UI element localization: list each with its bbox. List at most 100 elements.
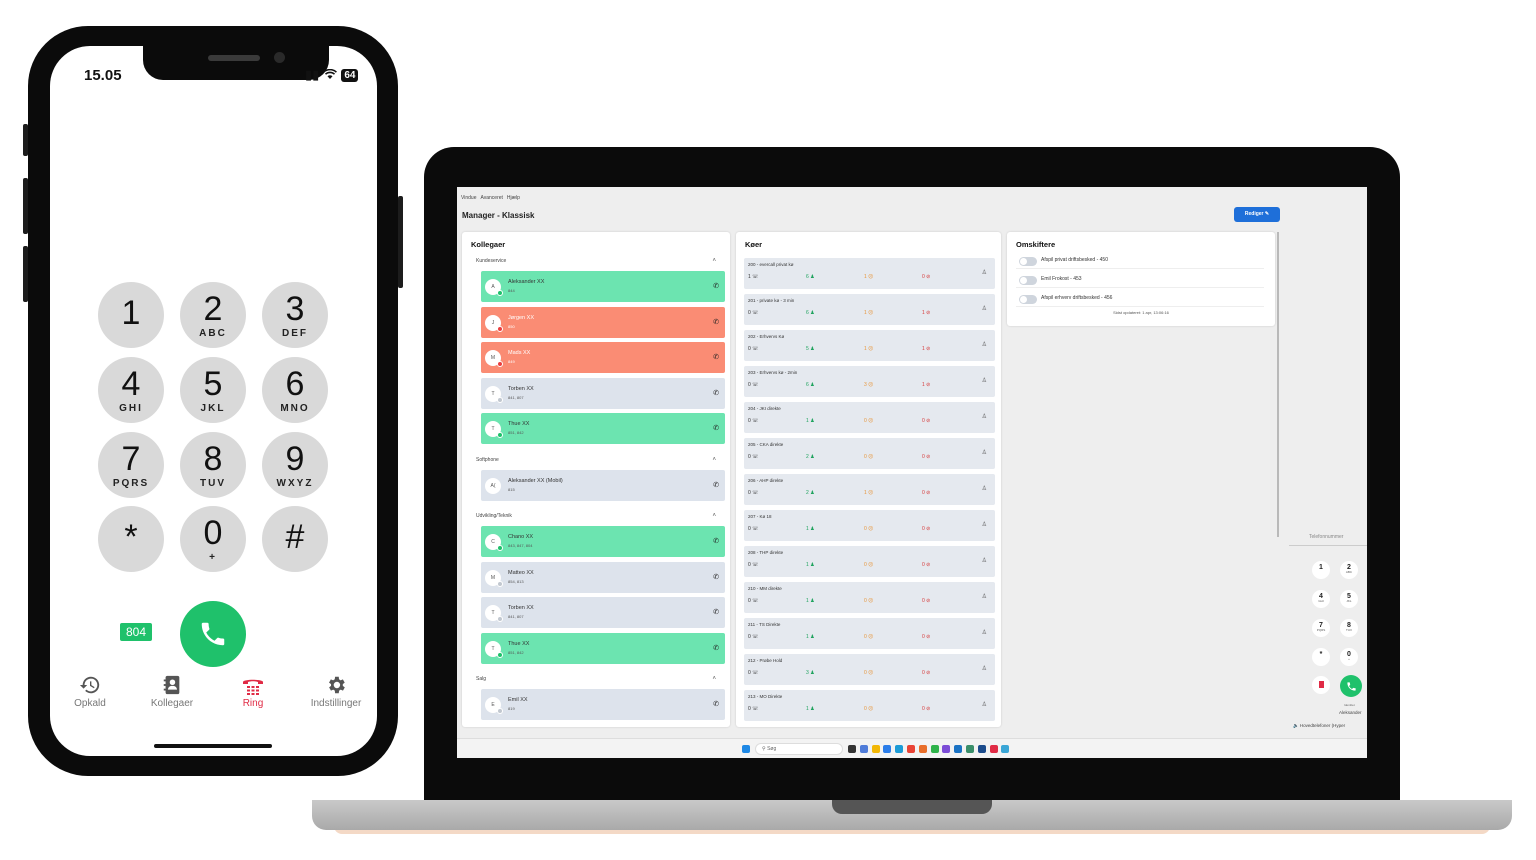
call-button[interactable] bbox=[180, 601, 246, 667]
taskbar-app-icon[interactable] bbox=[918, 745, 927, 753]
taskbar-search[interactable]: ⚲ Søg bbox=[755, 743, 843, 755]
queue-row[interactable]: 202 - Erhvervs Kø 0 ☏ 5 ♟ 1 ☹ 1 ⊘ ♙ bbox=[744, 330, 995, 361]
queue-row[interactable]: 205 - CKA direkte 0 ☏ 2 ♟ 0 ☹ 0 ⊘ ♙ bbox=[744, 438, 995, 469]
queue-row[interactable]: 208 - THP direkte 0 ☏ 1 ♟ 0 ☹ 0 ⊘ ♙ bbox=[744, 546, 995, 577]
taskbar-app-icon[interactable] bbox=[966, 745, 974, 753]
key-6[interactable]: 6 MNO bbox=[262, 357, 328, 423]
phone-icon[interactable]: ✆ bbox=[713, 424, 719, 432]
side-key-5[interactable]: 5 JKL bbox=[1340, 590, 1358, 608]
colleague-row[interactable]: E Emil XX 819 ✆ bbox=[481, 689, 725, 720]
queue-row[interactable]: 211 - TS Direkte 0 ☏ 1 ♟ 0 ☹ 0 ⊘ ♙ bbox=[744, 618, 995, 649]
key-9[interactable]: 9 WXYZ bbox=[262, 432, 328, 498]
person-icon[interactable]: ♙ bbox=[982, 701, 987, 708]
person-icon[interactable]: ♙ bbox=[982, 485, 987, 492]
side-key-2[interactable]: 2 ABC bbox=[1340, 561, 1358, 579]
tab-ring[interactable]: Ring bbox=[218, 674, 288, 709]
phone-icon[interactable]: ✆ bbox=[713, 318, 719, 326]
hangup-button[interactable] bbox=[1312, 676, 1330, 694]
phone-icon[interactable]: ✆ bbox=[713, 481, 719, 489]
taskbar-app-icon[interactable] bbox=[883, 745, 892, 753]
taskbar-app-icon[interactable] bbox=[895, 745, 904, 753]
phone-number-input[interactable]: Telefonnummer bbox=[1289, 534, 1367, 546]
queue-row[interactable]: 203 - Erhvervs kø - 2min 0 ☏ 6 ♟ 3 ☹ 1 ⊘ ♙ bbox=[744, 366, 995, 397]
colleague-row[interactable]: C Chano XX 843, 847, 804 ✆ bbox=[481, 526, 725, 557]
colleague-row[interactable]: M Matteo XX 854, 813 ✆ bbox=[481, 561, 725, 593]
menu-avanceret[interactable]: Avanceret bbox=[480, 195, 502, 203]
key-0[interactable]: 0 + bbox=[180, 506, 246, 572]
taskbar-app-icon[interactable] bbox=[954, 745, 963, 753]
person-icon[interactable]: ♙ bbox=[982, 521, 987, 528]
toggle-switch[interactable] bbox=[1019, 257, 1037, 266]
colleague-row[interactable]: J Jørgen XX 850 ✆ bbox=[481, 306, 725, 338]
person-icon[interactable]: ♙ bbox=[982, 557, 987, 564]
tab-kollegaer[interactable]: Kollegaer bbox=[137, 674, 207, 709]
tab-opkald[interactable]: Opkald bbox=[55, 674, 125, 709]
person-icon[interactable]: ♙ bbox=[982, 413, 987, 420]
edit-button[interactable]: Rediger ✎ bbox=[1234, 207, 1280, 222]
phone-icon[interactable]: ✆ bbox=[713, 537, 719, 545]
toggle-switch[interactable] bbox=[1019, 295, 1037, 304]
phone-icon[interactable]: ✆ bbox=[713, 700, 719, 708]
group-header[interactable]: Softphone ˄ bbox=[476, 457, 722, 467]
scrollbar[interactable] bbox=[1277, 232, 1279, 537]
person-icon[interactable]: ♙ bbox=[982, 305, 987, 312]
taskbar-app-icon[interactable] bbox=[1001, 745, 1010, 753]
group-header[interactable]: Salg ˄ bbox=[476, 676, 722, 686]
colleague-row[interactable]: T Thue XX 851, 842 ✆ bbox=[481, 632, 725, 664]
key-4[interactable]: 4 GHI bbox=[98, 357, 164, 423]
person-icon[interactable]: ♙ bbox=[982, 377, 987, 384]
group-header[interactable]: Kundeservice ˄ bbox=[476, 258, 722, 268]
audio-device[interactable]: 🔈 Hovedtelefoner (Hyper bbox=[1293, 723, 1345, 729]
colleague-row[interactable]: A Aleksander XX 844 ✆ bbox=[481, 271, 725, 302]
phone-icon[interactable]: ✆ bbox=[713, 353, 719, 361]
menu-vindue[interactable]: Vindue bbox=[461, 195, 476, 203]
side-key-0[interactable]: 0 + bbox=[1340, 648, 1358, 666]
key-star[interactable]: * bbox=[98, 506, 164, 572]
group-header[interactable]: Udvikling/Teknik ˄ bbox=[476, 513, 722, 523]
taskbar-app-icon[interactable] bbox=[942, 745, 951, 753]
extension-badge[interactable]: 804 bbox=[120, 623, 152, 641]
side-key-7[interactable]: 7 PQRS bbox=[1312, 619, 1330, 637]
person-icon[interactable]: ♙ bbox=[982, 341, 987, 348]
taskbar-app-icon[interactable] bbox=[859, 745, 868, 753]
key-3[interactable]: 3 DEF bbox=[262, 282, 328, 348]
person-icon[interactable]: ♙ bbox=[982, 269, 987, 276]
taskbar-app-icon[interactable] bbox=[871, 745, 880, 753]
colleague-row[interactable]: T Torben XX 841, 807 ✆ bbox=[481, 597, 725, 628]
queue-row[interactable]: 200 - evercall privat kø 1 ☏ 6 ♟ 1 ☹ 0 ⊘ ♙ bbox=[744, 258, 995, 289]
colleague-row[interactable]: M Mads XX 849 ✆ bbox=[481, 342, 725, 373]
key-5[interactable]: 5 JKL bbox=[180, 357, 246, 423]
side-key-1[interactable]: 1 bbox=[1312, 561, 1330, 579]
tab-indstillinger[interactable]: Indstillinger bbox=[301, 674, 371, 709]
queue-row[interactable]: 204 - JKI direkte 0 ☏ 1 ♟ 0 ☹ 0 ⊘ ♙ bbox=[744, 402, 995, 433]
taskbar-app-icon[interactable] bbox=[907, 745, 915, 753]
queue-row[interactable]: 206 - AHP direkte 0 ☏ 2 ♟ 1 ☹ 0 ⊘ ♙ bbox=[744, 474, 995, 505]
side-key-star[interactable]: * bbox=[1312, 648, 1330, 666]
phone-icon[interactable]: ✆ bbox=[713, 573, 719, 581]
queue-row[interactable]: 210 - MM direkte 0 ☏ 1 ♟ 0 ☹ 0 ⊘ ♙ bbox=[744, 582, 995, 613]
person-icon[interactable]: ♙ bbox=[982, 629, 987, 636]
queue-row[interactable]: 213 - MO Direkte 0 ☏ 1 ♟ 0 ☹ 0 ⊘ ♙ bbox=[744, 690, 995, 721]
phone-icon[interactable]: ✆ bbox=[713, 644, 719, 652]
key-1[interactable]: 1 bbox=[98, 282, 164, 348]
key-7[interactable]: 7 PQRS bbox=[98, 432, 164, 498]
key-hash[interactable]: # bbox=[262, 506, 328, 572]
side-call-button[interactable] bbox=[1340, 675, 1362, 697]
colleague-row[interactable]: A(Aleksander XX (Mobil) 815 ✆ bbox=[481, 469, 725, 501]
person-icon[interactable]: ♙ bbox=[982, 449, 987, 456]
menu-hjaelp[interactable]: Hjælp bbox=[507, 195, 520, 203]
person-icon[interactable]: ♙ bbox=[982, 665, 987, 672]
key-8[interactable]: 8 TUV bbox=[180, 432, 246, 498]
key-2[interactable]: 2 ABC bbox=[180, 282, 246, 348]
person-icon[interactable]: ♙ bbox=[982, 593, 987, 600]
queue-row[interactable]: 212 - Prøbe Hold 0 ☏ 3 ♟ 0 ☹ 0 ⊘ ♙ bbox=[744, 654, 995, 685]
taskbar-app-icon[interactable] bbox=[977, 745, 986, 753]
side-key-8[interactable]: 8 TUV bbox=[1340, 619, 1358, 637]
toggle-switch[interactable] bbox=[1019, 276, 1037, 285]
phone-icon[interactable]: ✆ bbox=[713, 282, 719, 290]
phone-icon[interactable]: ✆ bbox=[713, 608, 719, 616]
queue-row[interactable]: 207 - Kø 18 0 ☏ 1 ♟ 0 ☹ 0 ⊘ ♙ bbox=[744, 510, 995, 541]
colleague-row[interactable]: T Thue XX 851, 842 ✆ bbox=[481, 413, 725, 444]
queue-row[interactable]: 201 - private kø - 3 min 0 ☏ 6 ♟ 1 ☹ 1 ⊘ ♙ bbox=[744, 294, 995, 325]
phone-icon[interactable]: ✆ bbox=[713, 389, 719, 397]
